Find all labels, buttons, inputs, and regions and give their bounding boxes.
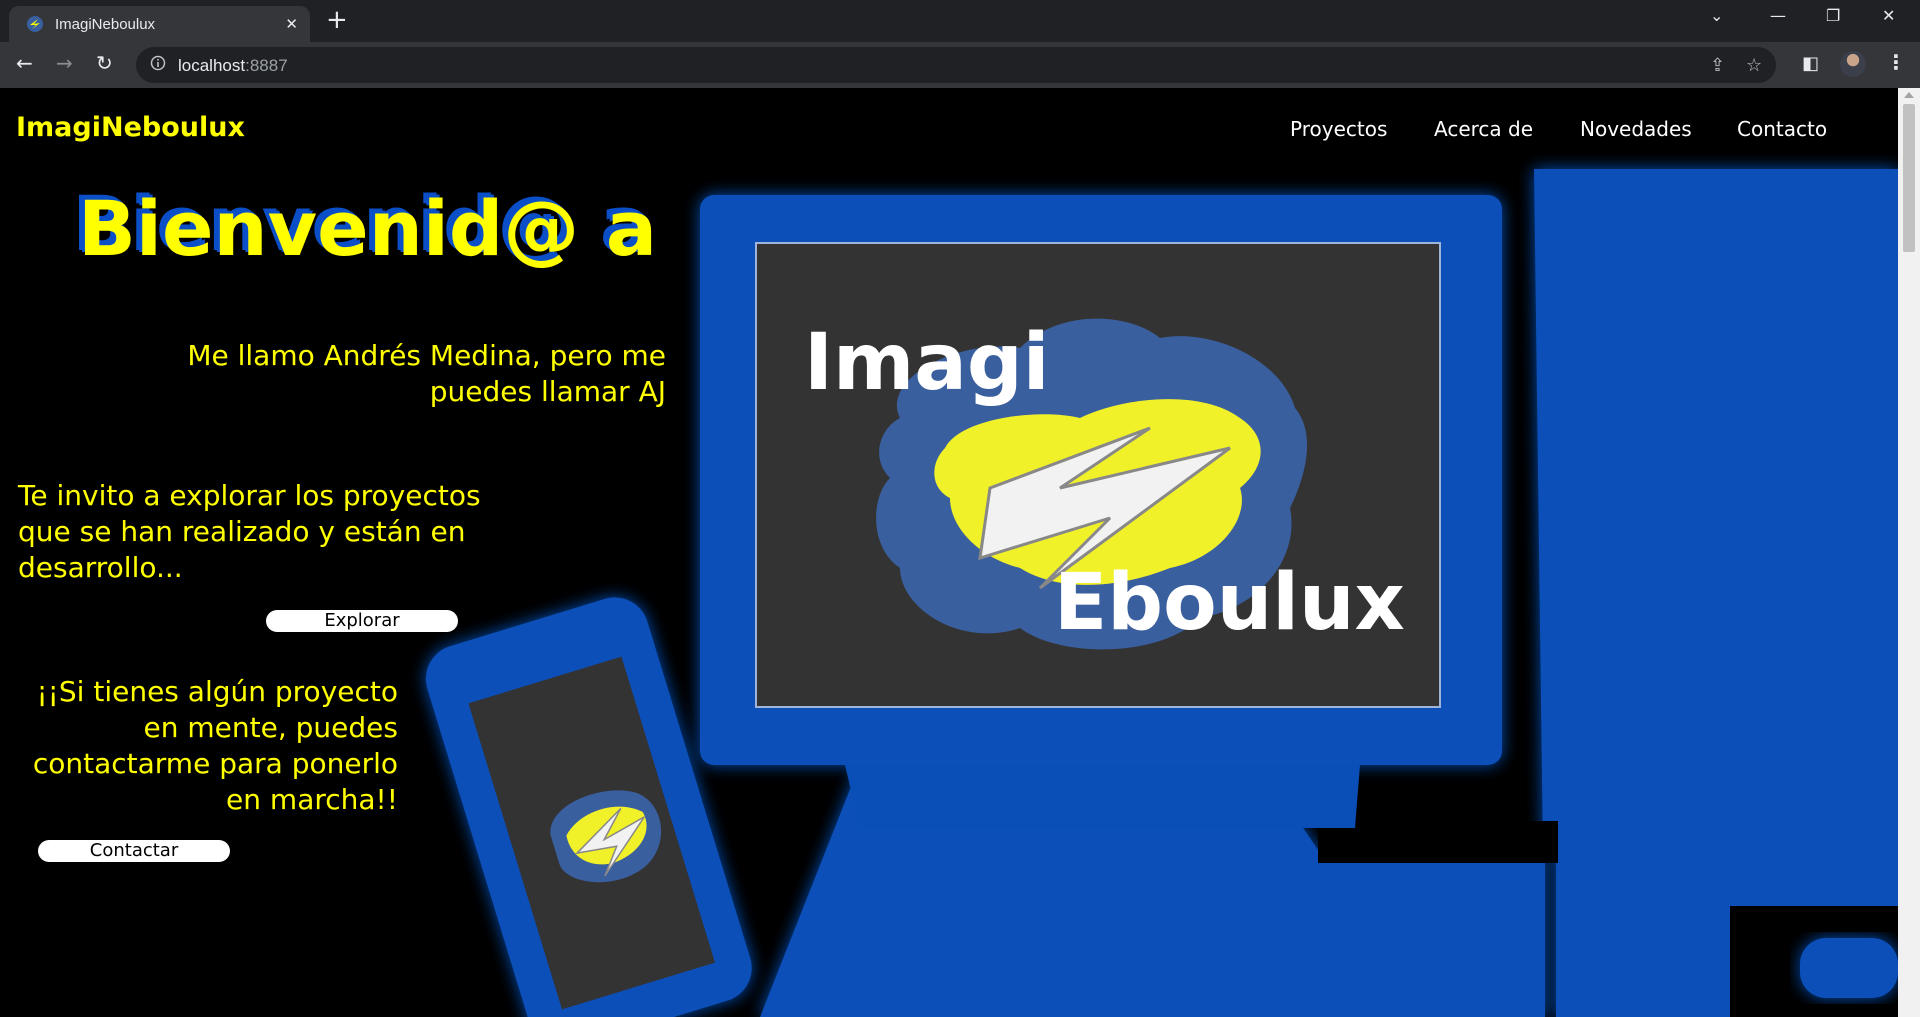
explore-button[interactable]: Explorar (266, 610, 458, 632)
screen-logo-word-eboulux: Eboulux (1054, 558, 1405, 648)
nav-link-proyectos[interactable]: Proyectos (1290, 117, 1387, 141)
close-tab-icon[interactable]: ✕ (285, 15, 298, 33)
invite-text: Te invito a explorar los proyectos que s… (18, 479, 481, 584)
page-scrollbar[interactable] (1898, 88, 1920, 1017)
share-icon[interactable]: ⇪ (1710, 55, 1725, 76)
browser-toolbar: ← → ↻ localhost:8887 ⇪ ☆ ◧ ⋮ (0, 42, 1920, 88)
url-text: localhost:8887 (178, 56, 288, 76)
welcome-heading: Bienvenid@ a (78, 184, 658, 273)
contact-button[interactable]: Contactar (38, 840, 230, 862)
browser-menu-icon[interactable]: ⋮ (1886, 50, 1906, 74)
nav-link-novedades[interactable]: Novedades (1580, 117, 1692, 141)
intro-text: Me llamo Andrés Medina, pero me puedes l… (187, 339, 666, 408)
screen-logo-word-imagi: Imagi (804, 318, 1050, 408)
scroll-up-arrow-icon[interactable] (1904, 92, 1914, 98)
back-arrow-icon[interactable]: ← (16, 51, 33, 75)
side-panel-icon[interactable]: ◧ (1802, 53, 1819, 74)
project-text: ¡¡Si tienes algún proyecto en mente, pue… (32, 675, 398, 816)
profile-avatar[interactable] (1840, 51, 1866, 77)
reload-icon[interactable]: ↻ (96, 51, 113, 75)
restore-icon[interactable]: ❐ (1826, 6, 1840, 25)
url-host: localhost (178, 56, 246, 75)
tab-search-icon[interactable]: ⌄ (1710, 6, 1723, 25)
url-port: :8887 (245, 56, 288, 75)
close-window-icon[interactable]: ✕ (1882, 6, 1895, 25)
nav-link-contacto[interactable]: Contacto (1737, 117, 1827, 141)
scrollbar-thumb[interactable] (1903, 104, 1915, 252)
site-info-icon[interactable] (150, 55, 166, 71)
bookmark-star-icon[interactable]: ☆ (1746, 55, 1762, 76)
address-bar[interactable]: localhost:8887 ⇪ ☆ (136, 47, 1776, 83)
tab-title: ImagiNeboulux (55, 16, 156, 33)
new-tab-button[interactable]: + (326, 6, 348, 34)
site-logo[interactable]: ImagiNeboulux (16, 112, 245, 143)
minimize-icon[interactable]: — (1770, 6, 1786, 25)
page-viewport: Imagi Eboulux ImagiNeboulux Proyectos Ac… (0, 88, 1898, 1017)
nav-link-acerca-de[interactable]: Acerca de (1434, 117, 1533, 141)
browser-tab-strip: ImagiNeboulux ✕ + ⌄ — ❐ ✕ (0, 0, 1920, 42)
browser-tab[interactable]: ImagiNeboulux ✕ (9, 6, 310, 42)
forward-arrow-icon[interactable]: → (56, 51, 73, 75)
site-favicon-icon (27, 16, 43, 32)
tower-shape (1534, 169, 1898, 1017)
